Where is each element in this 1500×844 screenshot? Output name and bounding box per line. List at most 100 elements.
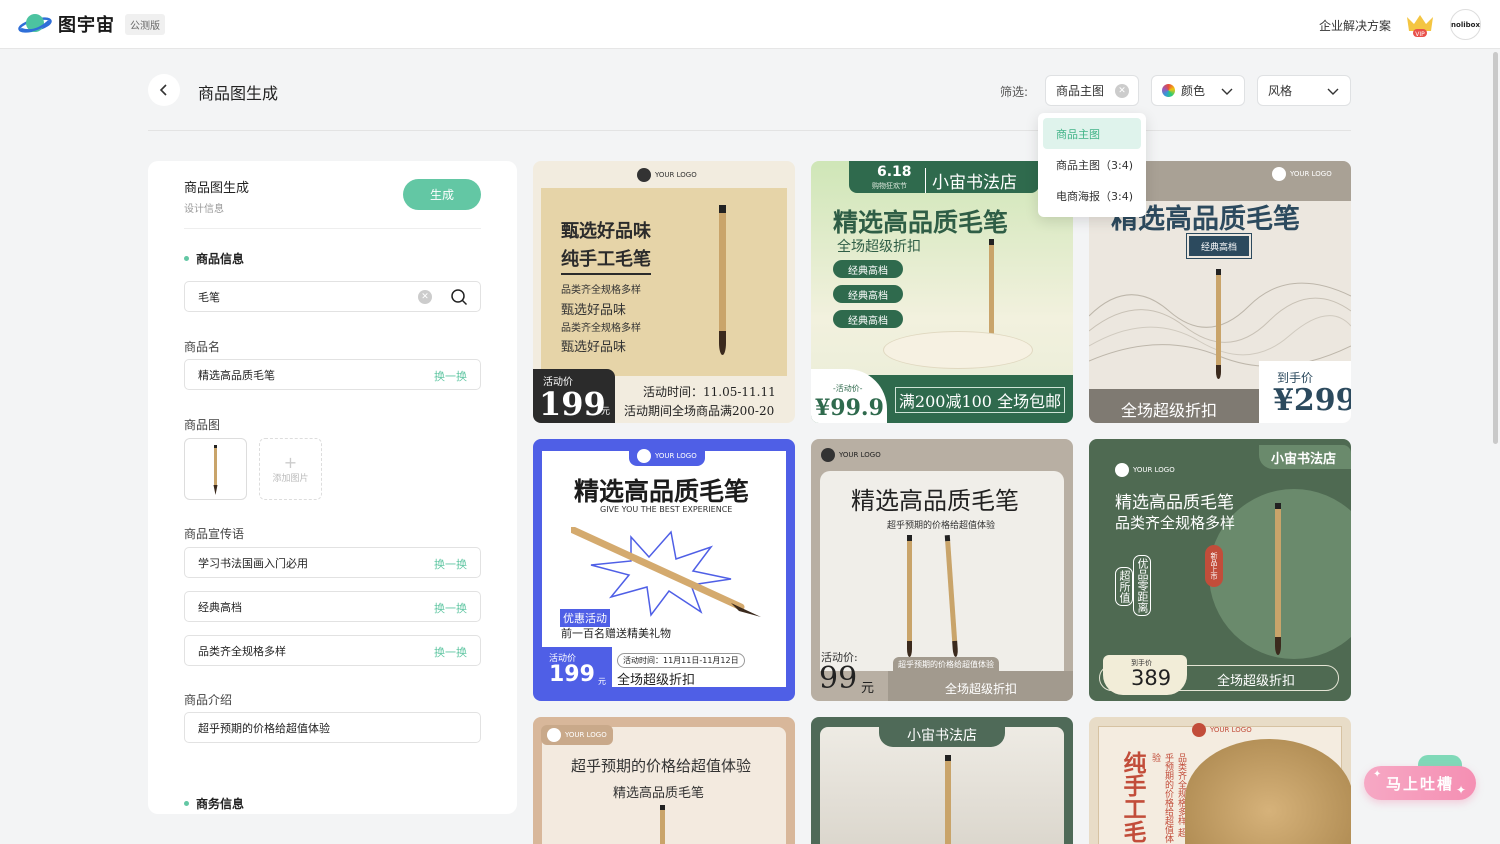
card-2-price: ¥99.9 (815, 395, 884, 421)
search-value: 毛笔 (198, 290, 220, 304)
product-name-input[interactable]: 精选高品质毛笔 换一换 (184, 359, 481, 390)
slogan-input-2[interactable]: 经典高档 换一换 (184, 591, 481, 622)
template-card-9[interactable]: YOUR LOGO 纯手工毛 品类齐全规格多样 超乎预期的价格给超值体验 (1089, 717, 1351, 844)
slogan-input-3[interactable]: 品类齐全规格多样 换一换 (184, 635, 481, 666)
card-logo: YOUR LOGO (541, 725, 613, 745)
chevron-left-icon (159, 84, 167, 96)
card-1-s1: 品类齐全规格多样 (561, 285, 641, 296)
clear-filter-icon[interactable]: ✕ (1115, 84, 1129, 98)
card-5-price: 99 (819, 661, 858, 696)
filter-style-select[interactable]: 风格 (1257, 75, 1351, 106)
card-7-line2: 精选高品质毛笔 (613, 786, 705, 801)
card-3-bottom: 全场超级折扣 (1121, 401, 1218, 420)
card-5-title: 精选高品质毛笔 (851, 487, 1019, 515)
template-card-5[interactable]: YOUR LOGO 精选高品质毛笔 超乎预期的价格给超值体验 活动价: 99 元… (811, 439, 1073, 701)
feedback-label: 马上吐槽 (1385, 774, 1454, 793)
logo-circle-icon (637, 449, 651, 463)
card-1-price: 199 (539, 385, 606, 423)
swap-name-button[interactable]: 换一换 (434, 368, 467, 384)
card-logo: YOUR LOGO (1115, 463, 1175, 477)
dropdown-option-main[interactable]: 商品主图 (1043, 118, 1141, 149)
card-2-date: 6.18 (877, 164, 912, 180)
sparkle-icon: ✦ (1373, 769, 1384, 780)
template-card-8[interactable]: 小宙书法店 (811, 717, 1073, 844)
user-avatar[interactable]: nolibox (1450, 9, 1481, 40)
vip-crown-icon[interactable]: VIP (1404, 12, 1436, 38)
section-product-info: 商品信息 (184, 250, 244, 267)
brush-image (660, 805, 667, 844)
feedback-button[interactable]: ✦ 马上吐槽 ✦ (1364, 766, 1476, 800)
card-2-price-tag: -活动价- (833, 384, 863, 393)
card-logo: YOUR LOGO (1272, 167, 1332, 181)
intro-label: 商品介绍 (184, 693, 233, 707)
card-4-unit: 元 (598, 677, 606, 686)
card-1-promo: 活动期间全场商品满200-20 (624, 404, 775, 418)
card-5-small: 超乎预期的价格给超值体验 (893, 657, 999, 672)
clear-search-icon[interactable]: ✕ (418, 290, 432, 304)
card-9-vsmall: 品类齐全规格多样 超乎预期的价格给超值体验 (1150, 753, 1186, 843)
template-card-6[interactable]: 小宙书法店 YOUR LOGO 精选高品质毛笔 品类齐全规格多样 新品上市 超所… (1089, 439, 1351, 701)
color-wheel-icon (1162, 84, 1175, 97)
card-1-line2: 纯手工毛笔 (561, 245, 651, 275)
add-image-button[interactable]: + 添加图片 (259, 438, 322, 500)
logo-text: YOUR LOGO (1290, 170, 1332, 178)
logo-circle-icon (637, 168, 651, 182)
card-6-vertical-1: 超所值 (1115, 567, 1133, 606)
filter-label: 筛选: (1000, 85, 1029, 99)
template-card-4[interactable]: YOUR LOGO 精选高品质毛笔 GIVE YOU THE BEST EXPE… (533, 439, 795, 701)
card-2-shop: 小宙书法店 (925, 168, 1017, 193)
filter-type-select[interactable]: 商品主图 ✕ (1045, 75, 1139, 106)
back-button[interactable] (148, 74, 180, 106)
dropdown-option-poster-3-4[interactable]: 电商海报（3:4) (1043, 180, 1141, 211)
card-1-s3: 品类齐全规格多样 (561, 323, 641, 334)
card-5-promo: 全场超级折扣 (945, 682, 1018, 696)
add-image-label: 添加图片 (272, 473, 309, 484)
card-8-shop: 小宙书法店 (907, 728, 977, 744)
logo-circle-icon (1115, 463, 1129, 477)
sparkle-icon: ✦ (1455, 783, 1468, 797)
template-card-7[interactable]: YOUR LOGO 超乎预期的价格给超值体验 精选高品质毛笔 (533, 717, 795, 844)
vip-label: VIP (1415, 31, 1425, 38)
page-scrollbar[interactable] (1493, 52, 1498, 444)
design-info-panel: 商品图生成 设计信息 生成 商品信息 毛笔 ✕ 商品名 精选高品质毛笔 换一换 … (148, 161, 517, 814)
brush-image (945, 755, 952, 844)
generate-button[interactable]: 生成 (403, 179, 481, 210)
product-search-input[interactable]: 毛笔 ✕ (184, 281, 481, 312)
product-image-thumbnail[interactable] (184, 438, 247, 500)
card-7-line1: 超乎预期的价格给超值体验 (571, 757, 752, 775)
card-1-unit: 元 (601, 407, 611, 417)
dropdown-option-main-3-4[interactable]: 商品主图（3:4) (1043, 149, 1141, 180)
card-6-vertical-2: 优品零距离 (1133, 555, 1151, 616)
filter-color-select[interactable]: 颜色 (1151, 75, 1245, 106)
card-6-promo: 全场超级折扣 (1217, 674, 1296, 689)
card-4-price: 199 (549, 662, 595, 687)
card-3-price: ¥299 (1273, 383, 1351, 418)
section-product-label: 商品信息 (196, 252, 245, 266)
swap-slogan-3-button[interactable]: 换一换 (434, 644, 467, 660)
card-2-date-sub: 购物狂欢节 (872, 182, 907, 190)
card-6-shop: 小宙书法店 (1271, 452, 1337, 467)
card-5-unit: 元 (861, 681, 875, 696)
slogan-input-1[interactable]: 学习书法国画入门必用 换一换 (184, 547, 481, 578)
section-dot-icon (184, 256, 189, 261)
logo-text: YOUR LOGO (565, 731, 607, 739)
card-2-tag-2: 经典高档 (833, 285, 903, 303)
swap-slogan-2-button[interactable]: 换一换 (434, 600, 467, 616)
filter-type-value: 商品主图 (1056, 84, 1105, 98)
beta-badge: 公测版 (125, 13, 165, 35)
card-1-s2: 甄选好品味 (561, 303, 627, 318)
search-icon[interactable] (450, 288, 468, 306)
card-1-line1: 甄选好品味 (561, 221, 651, 242)
card-logo: YOUR LOGO (629, 446, 705, 466)
product-image-label: 商品图 (184, 418, 221, 432)
template-card-2[interactable]: 6.18 购物狂欢节 小宙书法店 精选高品质毛笔 全场超级折扣 经典高档 经典高… (811, 161, 1073, 423)
template-card-1[interactable]: YOUR LOGO 甄选好品味 纯手工毛笔 品类齐全规格多样 甄选好品味 品类齐… (533, 161, 795, 423)
app-logo[interactable]: 图宇宙 公测版 (18, 10, 165, 38)
logo-text: 图宇宙 (58, 15, 115, 36)
card-6-line1: 精选高品质毛笔 (1115, 493, 1234, 513)
swap-slogan-1-button[interactable]: 换一换 (434, 556, 467, 572)
card-9-brush-pot-image (1185, 739, 1351, 844)
enterprise-link[interactable]: 企业解决方案 (1319, 17, 1391, 34)
intro-input[interactable]: 超乎预期的价格给超值体验 (184, 712, 481, 743)
logo-text: YOUR LOGO (655, 452, 697, 460)
